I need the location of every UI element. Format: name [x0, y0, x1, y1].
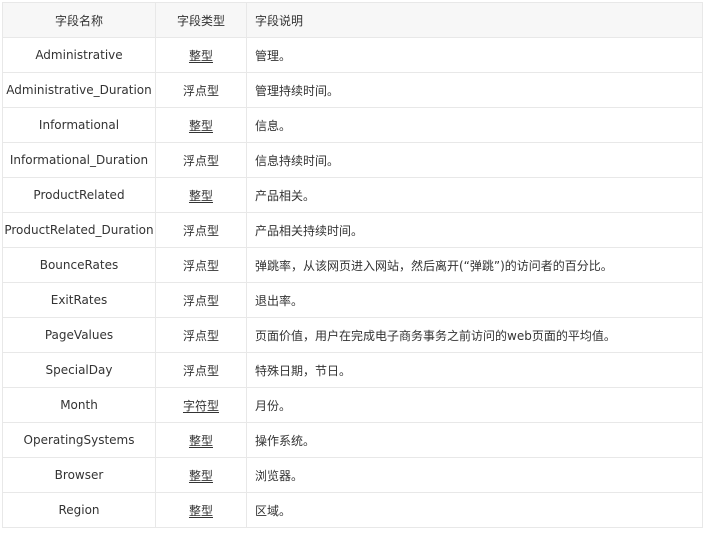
- table-row: Informational_Duration 浮点型 信息持续时间。: [2, 142, 703, 178]
- field-type-cell: 浮点型: [155, 212, 247, 248]
- table-row: OperatingSystems 整型 操作系统。: [2, 422, 703, 458]
- field-table: 字段名称 字段类型 字段说明 Administrative 整型 管理。 Admini…: [2, 2, 703, 528]
- field-description-cell: 信息。: [246, 107, 703, 143]
- field-type-label: 浮点型: [182, 363, 219, 378]
- header-field-description: 字段说明: [246, 2, 703, 38]
- field-type-label: 整型: [188, 188, 213, 203]
- field-description-cell: 弹跳率，从该网页进入网站，然后离开(“弹跳”)的访问者的百分比。: [246, 247, 703, 283]
- field-name-cell: PageValues: [2, 317, 156, 353]
- field-type-cell: 整型: [155, 177, 247, 213]
- table-body: Administrative 整型 管理。 Administrative_Durati…: [2, 37, 703, 528]
- field-description-cell: 月份。: [246, 387, 703, 423]
- field-description-cell: 产品相关。: [246, 177, 703, 213]
- field-type-label: 浮点型: [182, 153, 219, 168]
- field-description-cell: 管理持续时间。: [246, 72, 703, 108]
- field-description-cell: 区域。: [246, 492, 703, 528]
- field-name-cell: Month: [2, 387, 156, 423]
- field-type-label: 浮点型: [182, 223, 219, 238]
- table-row: ExitRates 浮点型 退出率。: [2, 282, 703, 318]
- field-type-cell: 整型: [155, 422, 247, 458]
- field-type-label: 浮点型: [182, 83, 219, 98]
- field-name-cell: SpecialDay: [2, 352, 156, 388]
- field-type-cell: 浮点型: [155, 282, 247, 318]
- field-description-cell: 信息持续时间。: [246, 142, 703, 178]
- field-type-label: 浮点型: [182, 293, 219, 308]
- table-row: SpecialDay 浮点型 特殊日期，节日。: [2, 352, 703, 388]
- field-name-cell: Browser: [2, 457, 156, 493]
- field-name-cell: ProductRelated_Duration: [2, 212, 156, 248]
- field-type-label: 浮点型: [182, 258, 219, 273]
- field-description-cell: 浏览器。: [246, 457, 703, 493]
- field-description-cell: 管理。: [246, 37, 703, 73]
- table-row: Informational 整型 信息。: [2, 107, 703, 143]
- header-row: 字段名称 字段类型 字段说明: [2, 2, 703, 38]
- table-row: Browser 整型 浏览器。: [2, 457, 703, 493]
- table-row: ProductRelated_Duration 浮点型 产品相关持续时间。: [2, 212, 703, 248]
- field-name-cell: OperatingSystems: [2, 422, 156, 458]
- field-type-label: 浮点型: [182, 328, 219, 343]
- table-row: Administrative 整型 管理。: [2, 37, 703, 73]
- field-type-label: 整型: [188, 48, 213, 63]
- field-type-cell: 整型: [155, 37, 247, 73]
- field-type-cell: 整型: [155, 457, 247, 493]
- field-type-label: 整型: [188, 433, 213, 448]
- table-row: BounceRates 浮点型 弹跳率，从该网页进入网站，然后离开(“弹跳”)的访问…: [2, 247, 703, 283]
- field-description-cell: 特殊日期，节日。: [246, 352, 703, 388]
- field-description-cell: 产品相关持续时间。: [246, 212, 703, 248]
- field-name-cell: Administrative: [2, 37, 156, 73]
- field-name-cell: ExitRates: [2, 282, 156, 318]
- table-header: 字段名称 字段类型 字段说明: [2, 2, 703, 38]
- field-description-cell: 退出率。: [246, 282, 703, 318]
- field-type-cell: 整型: [155, 107, 247, 143]
- field-type-cell: 浮点型: [155, 352, 247, 388]
- field-name-cell: ProductRelated: [2, 177, 156, 213]
- field-type-label: 整型: [188, 468, 213, 483]
- header-field-type: 字段类型: [155, 2, 247, 38]
- field-type-cell: 整型: [155, 492, 247, 528]
- field-type-cell: 浮点型: [155, 72, 247, 108]
- field-description-cell: 操作系统。: [246, 422, 703, 458]
- table-row: Month 字符型 月份。: [2, 387, 703, 423]
- field-table-container: 字段名称 字段类型 字段说明 Administrative 整型 管理。 Admini…: [2, 2, 703, 528]
- field-name-cell: Region: [2, 492, 156, 528]
- field-type-label: 整型: [188, 118, 213, 133]
- field-type-label: 字符型: [182, 398, 219, 413]
- field-name-cell: Administrative_Duration: [2, 72, 156, 108]
- field-type-label: 整型: [188, 503, 213, 518]
- header-field-name: 字段名称: [2, 2, 156, 38]
- field-type-cell: 浮点型: [155, 247, 247, 283]
- field-name-cell: Informational: [2, 107, 156, 143]
- field-description-cell: 页面价值，用户在完成电子商务事务之前访问的web页面的平均值。: [246, 317, 703, 353]
- field-type-cell: 浮点型: [155, 142, 247, 178]
- table-row: Region 整型 区域。: [2, 492, 703, 528]
- field-type-cell: 浮点型: [155, 317, 247, 353]
- table-row: PageValues 浮点型 页面价值，用户在完成电子商务事务之前访问的web页面的…: [2, 317, 703, 353]
- table-row: Administrative_Duration 浮点型 管理持续时间。: [2, 72, 703, 108]
- field-type-cell: 字符型: [155, 387, 247, 423]
- field-name-cell: Informational_Duration: [2, 142, 156, 178]
- table-row: ProductRelated 整型 产品相关。: [2, 177, 703, 213]
- field-name-cell: BounceRates: [2, 247, 156, 283]
